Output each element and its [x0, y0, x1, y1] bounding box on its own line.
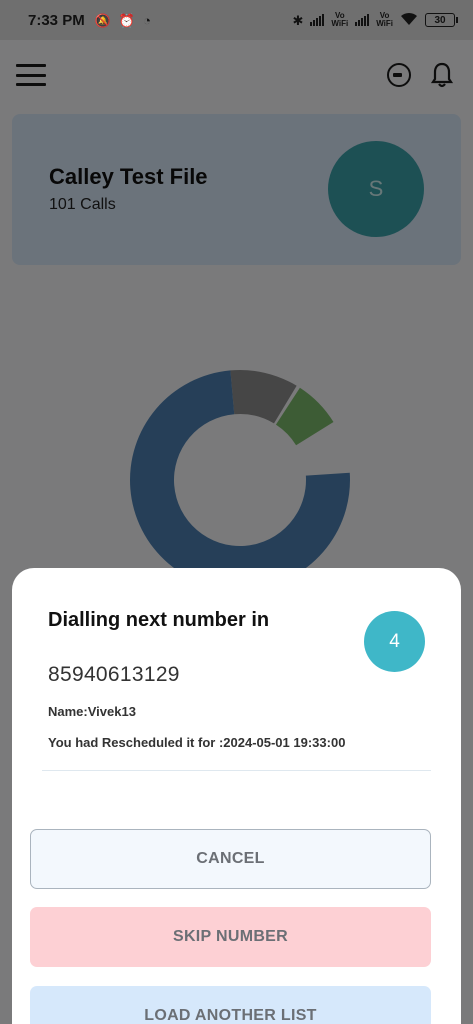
contact-name: Name:Vivek13	[48, 704, 136, 719]
signal-icon	[355, 14, 370, 26]
vo-wifi-label: Vo WiFi	[376, 11, 393, 28]
status-time: 7:33 PM	[28, 11, 85, 29]
rescheduled-info: You had Rescheduled it for :2024-05-01 1…	[48, 735, 346, 750]
dialling-title: Dialling next number in	[48, 609, 270, 631]
signal-icon	[310, 14, 325, 26]
cancel-button[interactable]: CANCEL	[30, 829, 431, 889]
status-bar: 7:33 PM 🔕 ⏰ ◔ ✱ Vo WiFi Vo WiFi 30	[0, 0, 473, 40]
alarm-icon: ⏰	[118, 12, 136, 28]
mute-icon: 🔕	[94, 12, 111, 28]
vo-wifi-label: Vo WiFi	[331, 11, 349, 28]
battery-icon: 30	[425, 13, 458, 27]
bluetooth-icon: ✱	[292, 12, 304, 28]
status-right: ✱ Vo WiFi Vo WiFi 30	[292, 11, 458, 28]
status-left-icons: 🔕 ⏰ ◔	[95, 14, 151, 27]
app-screen: Calley Test File 101 Calls S Dialling ne…	[0, 40, 473, 1024]
dialling-bottom-sheet: Dialling next number in 85940613129 4 Na…	[12, 568, 461, 1024]
next-phone-number: 85940613129	[48, 663, 180, 686]
divider	[42, 770, 431, 771]
countdown-badge: 4	[364, 611, 425, 672]
wifi-icon	[400, 12, 418, 28]
app-icon: ◔	[143, 12, 151, 28]
skip-number-button[interactable]: SKIP NUMBER	[30, 907, 431, 967]
load-another-list-button[interactable]: LOAD ANOTHER LIST	[30, 986, 431, 1024]
